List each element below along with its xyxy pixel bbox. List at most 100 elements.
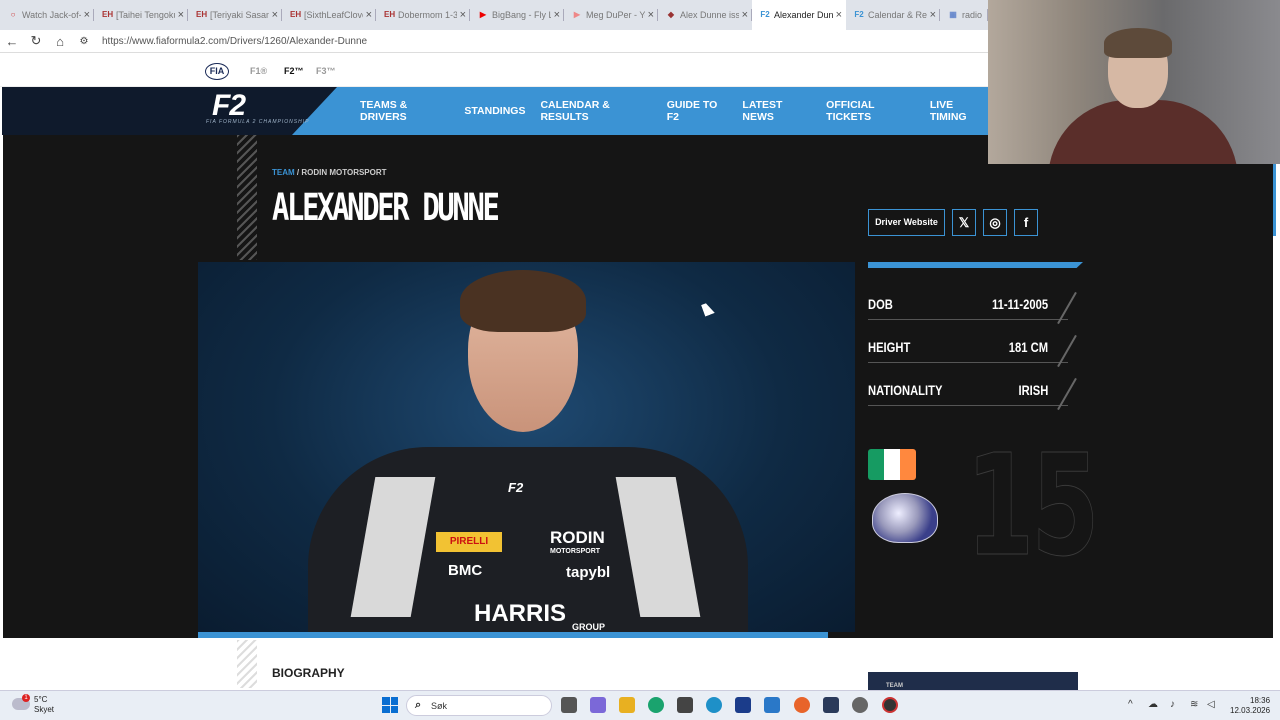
facebook-icon[interactable]: f <box>1014 209 1038 236</box>
browser-tab[interactable]: EH Dobermom 1-3 × <box>376 0 470 30</box>
f2-logo-subtitle: FIA FORMULA 2 CHAMPIONSHIP <box>206 119 310 125</box>
nav-item[interactable]: LATEST NEWS <box>742 99 811 123</box>
stat-row-nationality: NATIONALITY IRISH <box>868 376 1077 411</box>
x-social-icon[interactable]: 𝕏 <box>952 209 976 236</box>
nav-item[interactable]: LIVE TIMING <box>930 99 988 123</box>
browser-tab[interactable]: EH [SixthLeafClove × <box>282 0 376 30</box>
app-icon-blue[interactable] <box>706 697 722 713</box>
tab-close-icon[interactable]: × <box>84 9 90 21</box>
tab-close-icon[interactable]: × <box>366 9 372 21</box>
stat-value: 181 CM <box>1008 339 1048 355</box>
weather-widget[interactable]: 5°C Skyet <box>34 695 54 715</box>
bmc-logo: BMC <box>448 562 483 579</box>
stat-value: 11-11-2005 <box>991 296 1048 312</box>
browser-tab[interactable]: ▶ BigBang - Fly Li × <box>470 0 564 30</box>
browser-tab[interactable]: EH [Taihei Tengoku × <box>94 0 188 30</box>
webcam-hair <box>1104 28 1172 58</box>
cloud-icon[interactable]: ☁ <box>1148 699 1158 710</box>
clock-date: 12.03.2026 <box>1230 706 1271 715</box>
tab-title: [SixthLeafClove <box>304 10 363 20</box>
tab-close-icon[interactable]: × <box>178 9 184 21</box>
reload-icon[interactable]: ↻ <box>24 33 48 49</box>
tab-title: Alexander Dunn <box>774 10 833 20</box>
f2-logo[interactable]: F2 <box>212 89 246 123</box>
breadcrumb-team-link[interactable]: TEAM <box>272 168 295 177</box>
tab-close-icon[interactable]: × <box>930 9 936 21</box>
browser-tab[interactable]: ○ Watch Jack-of- × <box>0 0 94 30</box>
tab-close-icon[interactable]: × <box>836 9 842 21</box>
tab-close-icon[interactable]: × <box>272 9 278 21</box>
webcam-shirt <box>1048 100 1238 164</box>
tab-title: Dobermom 1-3 <box>398 10 457 20</box>
browser-tab[interactable]: ▦ radio <box>940 0 988 30</box>
tab-close-icon[interactable]: × <box>554 9 560 21</box>
volume-icon[interactable]: ◁ <box>1207 699 1215 710</box>
rodin-logo: RODIN <box>550 528 605 547</box>
nav-logo-panel <box>2 87 337 135</box>
tab-close-icon[interactable]: × <box>460 9 466 21</box>
tab-favicon-icon: ▦ <box>949 10 957 19</box>
tray-chevron-icon[interactable]: ^ <box>1128 699 1133 710</box>
site-info-icon[interactable]: ⚙ <box>72 36 96 47</box>
clock-time: 18:36 <box>1250 696 1271 705</box>
taskbar-search-placeholder: Søk <box>431 701 448 711</box>
tab-title: radio <box>962 10 983 20</box>
browser-tab[interactable]: EH [Teriyaki Sasam × <box>188 0 282 30</box>
series-f3-link[interactable]: F3™ <box>316 66 336 76</box>
back-icon[interactable]: ← <box>0 34 24 49</box>
teams-icon[interactable] <box>590 697 606 713</box>
nav-item[interactable]: STANDINGS <box>464 105 525 117</box>
stat-label: DOB <box>868 296 893 312</box>
weather-badge: 1 <box>22 694 30 702</box>
driver-name: ALEXANDER DUNNE <box>272 186 500 229</box>
edge-icon[interactable] <box>648 697 664 713</box>
series-f2-link[interactable]: F2™ <box>284 66 304 76</box>
browser-tab[interactable]: F2 Calendar & Res × <box>846 0 940 30</box>
tab-favicon-icon: ○ <box>10 10 16 19</box>
steam-icon[interactable] <box>823 697 839 713</box>
tab-title: Meg DuPer - Yo <box>586 10 645 20</box>
store-icon[interactable] <box>677 697 693 713</box>
tab-close-icon[interactable]: × <box>648 9 654 21</box>
instagram-icon[interactable]: ◎ <box>983 209 1007 236</box>
series-f1-link[interactable]: F1® <box>250 66 267 76</box>
browser-tab[interactable]: ▶ Meg DuPer - Yo × <box>564 0 658 30</box>
browser-tab[interactable]: ◆ Alex Dunne issu × <box>658 0 752 30</box>
suit-f2-logo: F2 <box>508 480 524 495</box>
file-explorer-icon[interactable] <box>619 697 635 713</box>
tab-favicon-icon: ▶ <box>573 10 581 19</box>
taskbar-search[interactable]: ⌕ Søk <box>406 695 552 716</box>
task-view-icon[interactable] <box>561 697 577 713</box>
microphone-icon[interactable]: ♪ <box>1170 699 1175 710</box>
nav-item[interactable]: CALENDAR & RESULTS <box>540 99 651 123</box>
breadcrumb-team-name[interactable]: RODIN MOTORSPORT <box>301 168 386 177</box>
driver-website-button[interactable]: Driver Website <box>868 209 945 236</box>
mail-icon[interactable] <box>764 697 780 713</box>
tapybl-logo: tapybl <box>566 564 611 581</box>
tab-close-icon[interactable]: × <box>742 9 748 21</box>
page-scrollbar[interactable] <box>1273 164 1276 236</box>
stat-label: NATIONALITY <box>868 382 943 398</box>
app-icon-f[interactable] <box>735 697 751 713</box>
wifi-icon[interactable]: ≋ <box>1190 699 1198 710</box>
system-clock[interactable]: 18:36 12.03.2026 <box>1230 696 1270 716</box>
weather-temp: 5°C <box>34 695 48 704</box>
nav-item[interactable]: GUIDE TO F2 <box>667 99 728 123</box>
stats-accent-bar <box>868 262 1083 268</box>
tab-favicon-icon: EH <box>290 10 302 19</box>
team-card[interactable]: TEAM <box>868 672 1078 690</box>
nav-item[interactable]: OFFICIAL TICKETS <box>826 99 915 123</box>
home-icon[interactable]: ⌂ <box>48 34 72 49</box>
settings-gear-icon[interactable] <box>852 697 868 713</box>
browser-tab[interactable]: F2 Alexander Dunn × <box>752 0 846 30</box>
nav-item[interactable]: TEAMS & DRIVERS <box>360 99 449 123</box>
chrome-icon[interactable] <box>882 697 898 713</box>
flag-stripe <box>868 449 884 480</box>
main-navigation: F2 FIA FORMULA 2 CHAMPIONSHIP TEAMS & DR… <box>2 87 988 135</box>
address-bar[interactable]: https://www.fiaformula2.com/Drivers/1260… <box>102 36 367 47</box>
search-icon: ⌕ <box>415 699 422 711</box>
firefox-icon[interactable] <box>794 697 810 713</box>
start-button[interactable] <box>382 697 398 713</box>
decorative-stripes <box>237 640 257 688</box>
fia-logo[interactable]: FIA <box>205 63 229 80</box>
